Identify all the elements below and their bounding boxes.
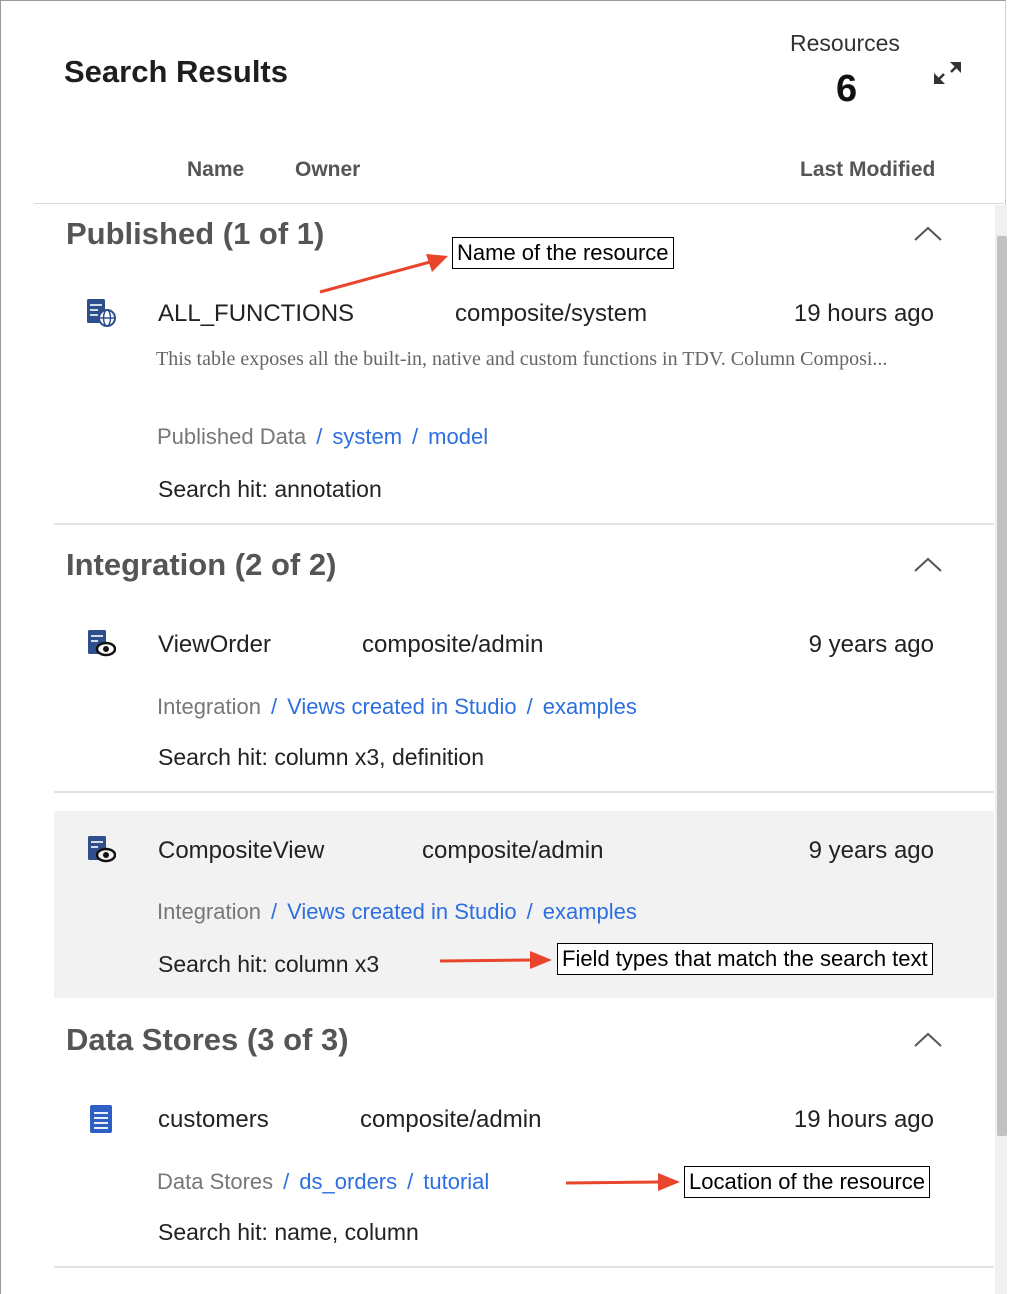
resource-path: Data Stores / ds_orders / tutorial	[157, 1169, 490, 1194]
resource-last-modified: 19 hours ago	[793, 300, 934, 327]
column-header-last-modified[interactable]: Last Modified	[800, 158, 935, 182]
path-link[interactable]: ds_orders	[299, 1169, 397, 1194]
callout-field-types: Field types that match the search text	[557, 943, 933, 975]
resource-name[interactable]: customers	[158, 1106, 269, 1134]
collapse-chevron-icon[interactable]	[910, 553, 946, 577]
published-table-icon	[86, 297, 116, 327]
resource-owner: composite/admin	[422, 837, 604, 864]
path-root: Integration	[157, 694, 261, 719]
row-divider	[54, 791, 994, 793]
resource-last-modified: 19 hours ago	[793, 1106, 934, 1133]
header-divider	[34, 203, 1004, 204]
datastore-table-icon	[86, 1104, 116, 1134]
panel-title: Search Results	[64, 54, 288, 89]
path-root: Integration	[157, 899, 261, 924]
view-icon	[86, 628, 117, 658]
search-hit: Search hit: column x3, definition	[158, 744, 485, 770]
path-root: Data Stores	[157, 1169, 274, 1194]
section-title-data-stores: Data Stores (3 of 3)	[66, 1022, 349, 1057]
resource-path: Published Data / system / model	[157, 424, 489, 449]
resource-owner: composite/admin	[360, 1106, 542, 1133]
resource-last-modified: 9 years ago	[808, 631, 934, 658]
resources-label: Resources	[790, 30, 900, 56]
callout-name-of-resource: Name of the resource	[452, 237, 674, 269]
section-title-published: Published (1 of 1)	[66, 216, 325, 251]
scrollbar-thumb[interactable]	[997, 236, 1007, 1136]
resource-last-modified: 9 years ago	[808, 837, 934, 864]
path-link[interactable]: model	[428, 424, 488, 449]
expand-icon[interactable]	[930, 58, 964, 88]
column-header-name[interactable]: Name	[187, 158, 244, 182]
resource-name[interactable]: ALL_FUNCTIONS	[158, 300, 354, 328]
resource-owner: composite/system	[455, 300, 648, 327]
collapse-chevron-icon[interactable]	[910, 222, 946, 246]
path-root: Published Data	[157, 424, 307, 449]
view-icon	[86, 834, 117, 864]
search-hit: Search hit: name, column	[158, 1219, 419, 1245]
path-link[interactable]: tutorial	[423, 1169, 489, 1194]
resource-name[interactable]: ViewOrder	[158, 631, 271, 659]
section-title-integration: Integration (2 of 2)	[66, 547, 337, 582]
resources-count: 6	[836, 68, 858, 110]
resource-name[interactable]: CompositeView	[158, 837, 324, 865]
section-divider	[54, 1266, 994, 1268]
path-link[interactable]: system	[332, 424, 402, 449]
resource-path: Integration / Views created in Studio / exam…	[157, 899, 637, 924]
path-link[interactable]: examples	[543, 899, 637, 924]
path-link[interactable]: Views created in Studio	[287, 694, 517, 719]
resource-description: This table exposes all the built-in, nat…	[156, 348, 888, 370]
search-hit: Search hit: annotation	[158, 476, 382, 502]
path-link[interactable]: Views created in Studio	[287, 899, 517, 924]
search-hit: Search hit: column x3	[158, 951, 380, 977]
collapse-chevron-icon[interactable]	[910, 1028, 946, 1052]
section-divider	[54, 523, 994, 525]
resource-path: Integration / Views created in Studio / exam…	[157, 694, 637, 719]
callout-location: Location of the resource	[684, 1166, 931, 1198]
path-link[interactable]: examples	[543, 694, 637, 719]
resource-owner: composite/admin	[362, 631, 544, 658]
column-header-owner[interactable]: Owner	[295, 158, 360, 182]
